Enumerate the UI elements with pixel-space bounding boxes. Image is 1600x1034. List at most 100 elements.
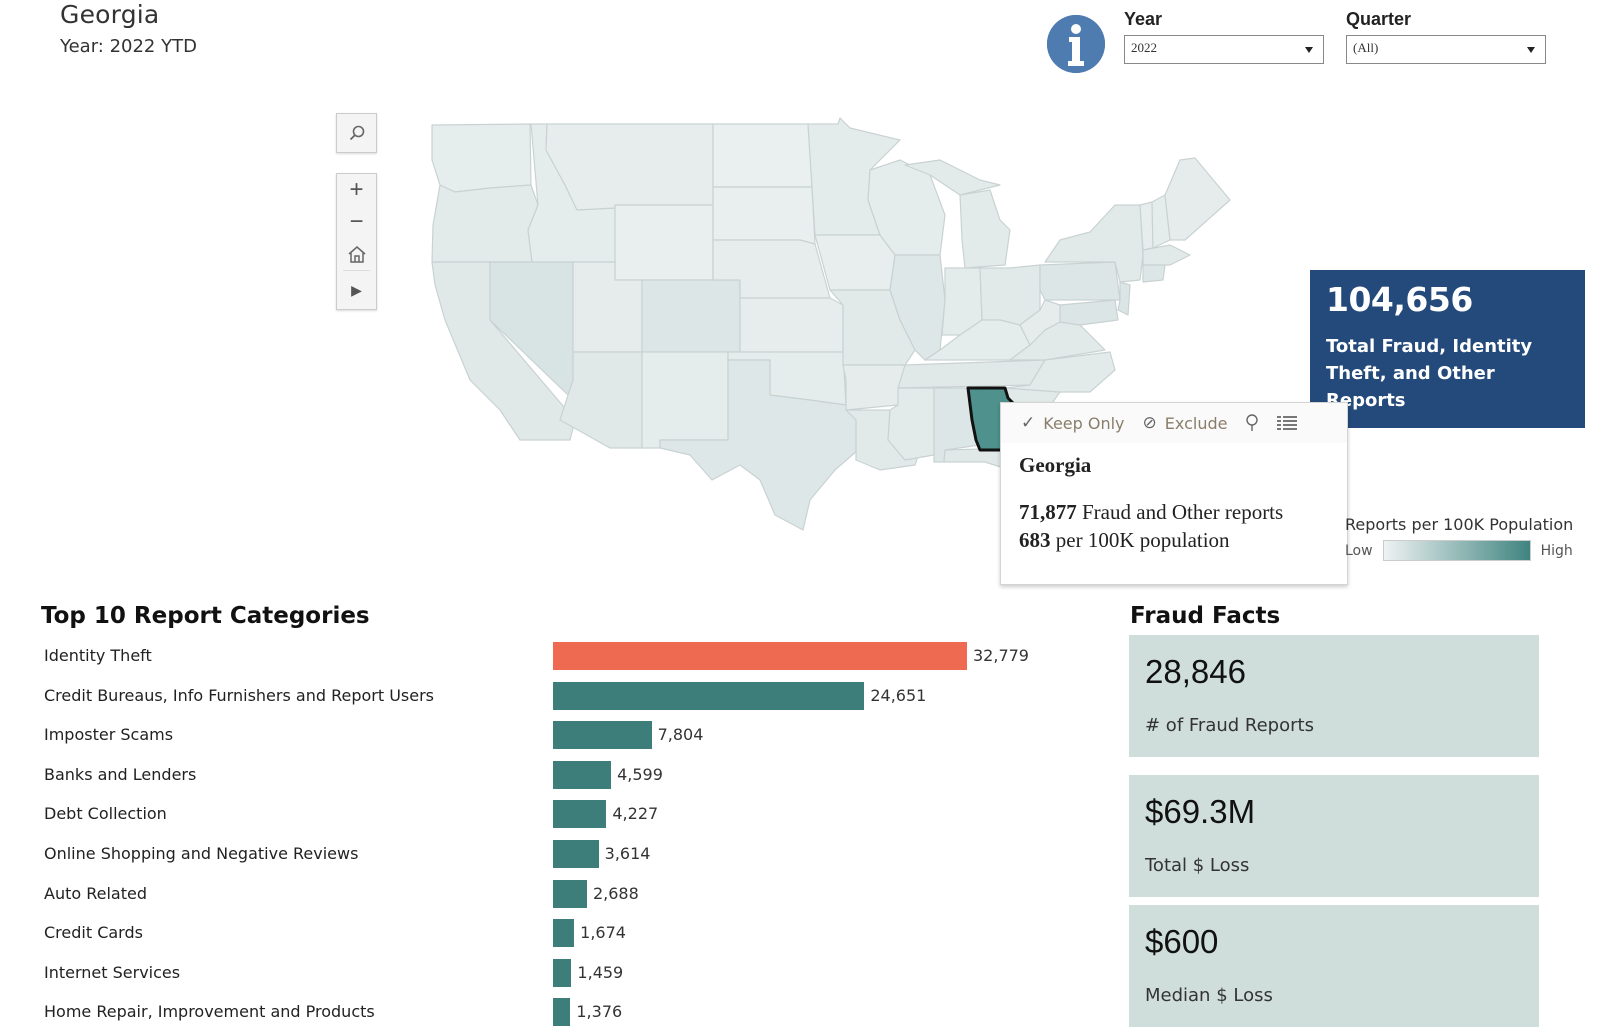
state-tooltip: ✓ Keep Only ⊘ Exclude Georgia 71,877 Fra…	[1000, 402, 1348, 585]
bar-value-label: 4,227	[612, 804, 659, 824]
search-icon	[349, 125, 364, 141]
keep-only-button[interactable]: ✓ Keep Only	[1021, 413, 1125, 433]
state-iowa	[814, 234, 896, 291]
state-new-mexico	[641, 351, 729, 449]
total-loss-card: $69.3M Total $ Loss	[1129, 775, 1539, 897]
category-label: Online Shopping and Negative Reviews	[44, 844, 359, 863]
exclude-icon: ⊘	[1142, 413, 1157, 433]
state-kansas	[739, 297, 844, 353]
state-new-jersey	[1117, 281, 1131, 316]
minus-icon: −	[349, 208, 364, 235]
category-label: Banks and Lenders	[44, 764, 197, 784]
quarter-dropdown[interactable]: (All)	[1346, 35, 1546, 64]
bar-value-label: 2,688	[592, 883, 639, 903]
bar-value-label: 3,614	[604, 844, 651, 863]
state-montana	[545, 123, 714, 211]
map-search-control	[336, 113, 377, 153]
bar-value-label: 1,376	[576, 1002, 623, 1022]
bar[interactable]	[553, 721, 652, 750]
category-label: Internet Services	[44, 962, 181, 982]
state-pennsylvania	[1039, 261, 1121, 301]
total-loss-value: $69.3M	[1145, 793, 1256, 830]
top10-title: Top 10 Report Categories	[41, 603, 370, 629]
tooltip-actions: ✓ Keep Only ⊘ Exclude	[1001, 403, 1347, 443]
tooltip-reports-value: 71,877	[1019, 500, 1077, 524]
legend-low-label: Low	[1345, 542, 1373, 559]
info-icon[interactable]	[1047, 15, 1105, 73]
state-oregon	[431, 184, 539, 263]
bar[interactable]	[553, 879, 587, 908]
exclude-button[interactable]: ⊘ Exclude	[1143, 413, 1228, 433]
exclude-label: Exclude	[1164, 413, 1228, 433]
play-icon: ▶	[351, 281, 362, 298]
fraud-facts-title: Fraud Facts	[1130, 603, 1281, 629]
category-label: Auto Related	[44, 883, 147, 903]
bar-value-label: 1,674	[580, 923, 626, 943]
table-icon	[1277, 416, 1298, 430]
year-dropdown[interactable]: 2022	[1124, 35, 1324, 64]
pan-mode-button[interactable]: ▶	[337, 271, 376, 309]
state-south-dakota	[712, 186, 816, 245]
category-label: Credit Bureaus, Info Furnishers and Repo…	[44, 685, 434, 705]
year-filter-label: Year	[1124, 9, 1163, 29]
map-zoom-controls: + − ▶	[336, 173, 377, 310]
state-title: Georgia	[60, 0, 160, 29]
total-reports-value: 104,656	[1326, 280, 1473, 319]
fraud-reports-card: 28,846 # of Fraud Reports	[1129, 635, 1539, 757]
bar[interactable]	[553, 642, 967, 670]
total-reports-label: Total Fraud, Identity Theft, and Other R…	[1326, 336, 1533, 411]
tooltip-per-capita-line: 683 per 100K population	[1019, 526, 1329, 554]
state-colorado	[641, 279, 741, 353]
tooltip-reports-text: Fraud and Other reports	[1076, 500, 1284, 524]
tooltip-reports-line: 71,877 Fraud and Other reports	[1019, 498, 1329, 526]
tooltip-state-name: Georgia	[1019, 453, 1092, 477]
bar[interactable]	[553, 681, 865, 710]
state-tennessee	[897, 359, 1046, 389]
group-members-button[interactable]	[1245, 414, 1259, 432]
map-search-button[interactable]	[337, 114, 376, 152]
bar-value-label: 1,459	[577, 962, 624, 982]
state-washington	[431, 123, 532, 193]
legend-gradient	[1382, 540, 1531, 561]
quarter-dropdown-value: (All)	[1353, 40, 1379, 55]
state-maryland	[1059, 299, 1119, 326]
bar[interactable]	[553, 919, 575, 948]
bar[interactable]	[553, 840, 599, 868]
bar[interactable]	[553, 998, 571, 1027]
reset-home-button[interactable]	[337, 238, 376, 270]
state-connecticut	[1142, 264, 1166, 283]
median-loss-value: $600	[1145, 923, 1219, 960]
bar[interactable]	[553, 958, 572, 987]
category-label: Imposter Scams	[44, 725, 174, 745]
year-dropdown-value: 2022	[1131, 40, 1157, 55]
legend-title: Reports per 100K Population	[1345, 515, 1574, 534]
category-label: Identity Theft	[44, 646, 152, 665]
total-reports-kpi: 104,656 Total Fraud, Identity Theft, and…	[1310, 270, 1585, 428]
state-maine	[1164, 157, 1231, 241]
top10-bar-chart: Identity Theft 32,779 Credit Bureaus, Info…	[40, 640, 1060, 1030]
tooltip-per-capita-text: per 100K population	[1050, 528, 1230, 552]
bar[interactable]	[553, 800, 607, 829]
zoom-out-button[interactable]: −	[337, 206, 376, 238]
total-loss-label: Total $ Loss	[1145, 855, 1250, 876]
median-loss-card: $600 Median $ Loss	[1129, 905, 1539, 1027]
view-data-button[interactable]	[1277, 416, 1298, 430]
zoom-in-button[interactable]: +	[337, 174, 376, 206]
quarter-filter-label: Quarter	[1346, 9, 1412, 29]
chevron-down-icon	[1305, 47, 1313, 53]
color-legend: Reports per 100K Population Low High	[1345, 515, 1573, 561]
year-subtitle: Year: 2022 YTD	[60, 36, 197, 57]
tooltip-per-capita-value: 683	[1019, 528, 1051, 552]
category-label: Home Repair, Improvement and Products	[44, 1002, 375, 1022]
keep-only-label: Keep Only	[1043, 413, 1125, 433]
pin-icon	[1246, 414, 1259, 431]
bar[interactable]	[553, 760, 612, 789]
median-loss-label: Median $ Loss	[1145, 985, 1273, 1006]
category-label: Credit Cards	[44, 923, 143, 943]
state-north-dakota	[712, 123, 813, 188]
plus-icon: +	[349, 176, 364, 203]
state-arkansas	[842, 364, 906, 411]
home-icon	[348, 246, 365, 263]
bar-value-label: 32,779	[973, 646, 1029, 665]
bar-value-label: 4,599	[617, 764, 663, 784]
